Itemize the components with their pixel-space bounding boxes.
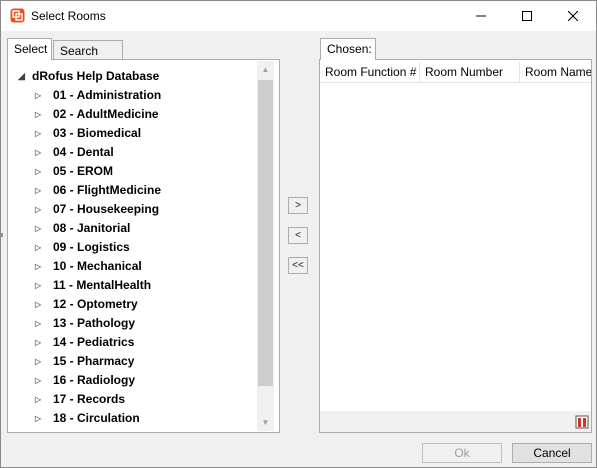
expand-arrow-icon[interactable]: ▷	[35, 300, 53, 309]
tree-item[interactable]: ▷ 14 - Pediatrics	[35, 334, 134, 350]
chosen-list-footer	[320, 411, 591, 432]
header-divider	[320, 82, 591, 83]
close-button[interactable]	[550, 1, 596, 31]
maximize-button[interactable]	[504, 1, 550, 31]
expand-arrow-icon[interactable]: ▷	[35, 281, 53, 290]
select-rooms-dialog: Select Rooms Select Search (F3) ◢ dRofus…	[0, 0, 597, 468]
tree-item[interactable]: ▷ 04 - Dental	[35, 144, 114, 160]
tree-item-label: 10 - Mechanical	[53, 259, 142, 273]
expand-arrow-icon[interactable]: ▷	[35, 319, 53, 328]
tree-item-label: 03 - Biomedical	[53, 126, 142, 140]
tree-scrollbar[interactable]: ▲ ▼	[257, 61, 274, 431]
tree-item[interactable]: ▷ 09 - Logistics	[35, 239, 130, 255]
expand-arrow-icon[interactable]: ▷	[35, 167, 53, 176]
tree-item-label: 04 - Dental	[53, 145, 114, 159]
add-room-button[interactable]: >	[288, 197, 308, 214]
expand-arrow-icon[interactable]: ▷	[35, 357, 53, 366]
column-chooser-icon[interactable]	[575, 414, 589, 429]
expand-arrow-icon[interactable]: ▷	[35, 148, 53, 157]
tree-item-label: 02 - AdultMedicine	[53, 107, 159, 121]
tab-search[interactable]: Search (F3)	[53, 40, 123, 72]
tree-item[interactable]: ▷ 07 - Housekeeping	[35, 201, 159, 217]
tree-item-label: 06 - FlightMedicine	[53, 183, 162, 197]
tree-item-label: 18 - Circulation	[53, 411, 140, 425]
tree-item[interactable]: ▷ 15 - Pharmacy	[35, 353, 134, 369]
tree-item-label: 11 - MentalHealth	[53, 278, 152, 292]
tree-item-label: 15 - Pharmacy	[53, 354, 135, 368]
remove-room-button[interactable]: <	[288, 227, 308, 244]
tree-item[interactable]: ▷ 05 - EROM	[35, 163, 113, 179]
tree-item-label: 12 - Optometry	[53, 297, 138, 311]
tree-item[interactable]: ▷ 03 - Biomedical	[35, 125, 141, 141]
tree-item-label: 09 - Logistics	[53, 240, 130, 254]
tree-item[interactable]: ▷ 10 - Mechanical	[35, 258, 142, 274]
expand-arrow-icon[interactable]: ▷	[35, 110, 53, 119]
expand-arrow-icon[interactable]: ▷	[35, 205, 53, 214]
tree-item-label: 08 - Janitorial	[53, 221, 131, 235]
collapse-arrow-icon[interactable]: ◢	[18, 71, 32, 82]
tree-item[interactable]: ▷ 08 - Janitorial	[35, 220, 130, 236]
drofus-app-icon	[10, 8, 25, 23]
tree-root-label: dRofus Help Database	[32, 69, 160, 83]
tree-item-label: 17 - Records	[53, 392, 126, 406]
room-tree-panel: ◢ dRofus Help Database ▷ 01 - Administrat…	[7, 59, 280, 433]
tree-item-label: 14 - Pediatrics	[53, 335, 135, 349]
tree-item-label: 05 - EROM	[53, 164, 114, 178]
title-bar: Select Rooms	[1, 1, 596, 31]
tree-root-node[interactable]: ◢ dRofus Help Database	[18, 68, 159, 84]
chosen-rooms-list: Room Function # Room Number Room Name	[319, 59, 592, 433]
tree-item[interactable]: ▷ 11 - MentalHealth	[35, 277, 151, 293]
tab-select[interactable]: Select	[7, 38, 52, 60]
cancel-button[interactable]: Cancel	[512, 443, 592, 463]
expand-arrow-icon[interactable]: ▷	[35, 376, 53, 385]
close-icon	[568, 11, 578, 21]
maximize-icon	[522, 11, 532, 21]
expand-arrow-icon[interactable]: ▷	[35, 186, 53, 195]
scroll-thumb[interactable]	[258, 80, 273, 386]
tree-item-label: 16 - Radiology	[53, 373, 136, 387]
scroll-down-icon[interactable]: ▼	[257, 414, 274, 431]
tree-item[interactable]: ▷ 17 - Records	[35, 391, 125, 407]
tree-item[interactable]: ▷ 12 - Optometry	[35, 296, 138, 312]
scroll-up-icon[interactable]: ▲	[257, 61, 274, 78]
minimize-button[interactable]	[458, 1, 504, 31]
expand-arrow-icon[interactable]: ▷	[35, 338, 53, 347]
resize-grip[interactable]	[1, 233, 3, 237]
minimize-icon	[476, 15, 486, 17]
ok-button[interactable]: Ok	[422, 443, 502, 463]
remove-all-button[interactable]: <<	[288, 257, 308, 274]
expand-arrow-icon[interactable]: ▷	[35, 224, 53, 233]
expand-arrow-icon[interactable]: ▷	[35, 414, 53, 423]
tree-item[interactable]: ▷ 02 - AdultMedicine	[35, 106, 159, 122]
expand-arrow-icon[interactable]: ▷	[35, 262, 53, 271]
expand-arrow-icon[interactable]: ▷	[35, 91, 53, 100]
column-header-room-function[interactable]: Room Function #	[320, 62, 420, 82]
column-header-room-name[interactable]: Room Name	[520, 62, 591, 82]
column-header-room-number[interactable]: Room Number	[420, 62, 520, 82]
tree-item[interactable]: ▷ 06 - FlightMedicine	[35, 182, 161, 198]
tree-item-label: 07 - Housekeeping	[53, 202, 160, 216]
tree-item[interactable]: ▷ 01 - Administration	[35, 87, 161, 103]
tree-item-label: 01 - Administration	[53, 88, 162, 102]
window-title: Select Rooms	[31, 9, 106, 23]
tree-item[interactable]: ▷ 16 - Radiology	[35, 372, 135, 388]
tree-item[interactable]: ▷ 13 - Pathology	[35, 315, 135, 331]
tree-item-label: 13 - Pathology	[53, 316, 136, 330]
expand-arrow-icon[interactable]: ▷	[35, 243, 53, 252]
expand-arrow-icon[interactable]: ▷	[35, 129, 53, 138]
tree-item[interactable]: ▷ 18 - Circulation	[35, 410, 140, 426]
room-tree: ◢ dRofus Help Database ▷ 01 - Administrat…	[8, 60, 257, 432]
expand-arrow-icon[interactable]: ▷	[35, 395, 53, 404]
tab-chosen[interactable]: Chosen:	[320, 38, 376, 60]
